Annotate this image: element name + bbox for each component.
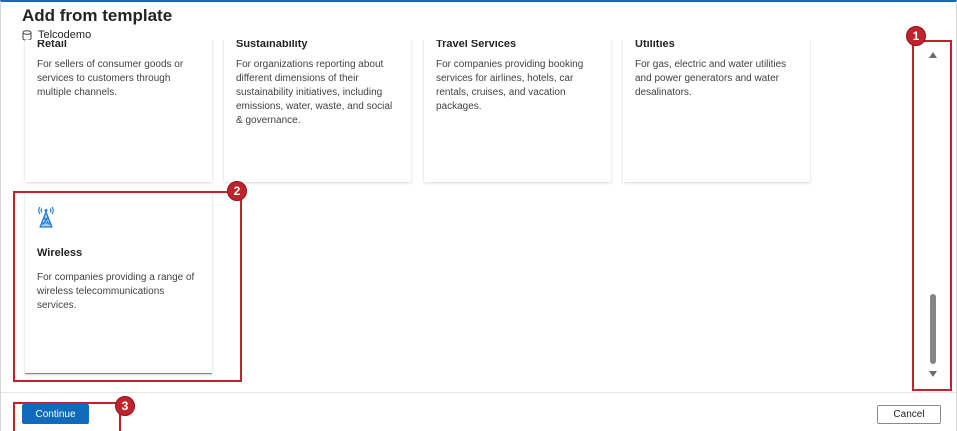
template-description: For sellers of consumer goods or service… <box>37 59 184 98</box>
template-card-utilities[interactable]: Utilities For gas, electric and water ut… <box>623 40 810 182</box>
annotation-highlight-continue <box>13 402 121 431</box>
annotation-badge-3: 3 <box>115 396 135 416</box>
database-icon <box>22 29 32 41</box>
template-title: Sustainability <box>236 40 308 50</box>
template-title: Retail <box>37 40 67 50</box>
annotation-highlight-scrollbar <box>912 40 952 391</box>
cancel-button[interactable]: Cancel <box>877 405 941 424</box>
template-card-sustainability[interactable]: Sustainability For organizations reporti… <box>224 40 411 182</box>
template-card-travel-services[interactable]: Travel Services For companies providing … <box>424 40 611 182</box>
template-description: For companies providing booking services… <box>436 59 584 112</box>
dialog-title: Add from template <box>22 6 173 25</box>
template-description: For gas, electric and water utilities an… <box>635 59 787 98</box>
footer-divider <box>1 392 956 393</box>
dialog-header: Add from template Telcodemo <box>22 6 172 41</box>
annotation-highlight-wireless-card <box>13 191 242 382</box>
add-from-template-dialog: Add from template Telcodemo Retail For s… <box>0 0 957 431</box>
template-title: Utilities <box>635 40 675 50</box>
template-title: Travel Services <box>436 40 517 50</box>
annotation-badge-1: 1 <box>906 26 926 46</box>
template-description: For organizations reporting about differ… <box>236 59 393 126</box>
annotation-badge-2: 2 <box>227 181 247 201</box>
template-card-retail[interactable]: Retail For sellers of consumer goods or … <box>25 40 212 182</box>
